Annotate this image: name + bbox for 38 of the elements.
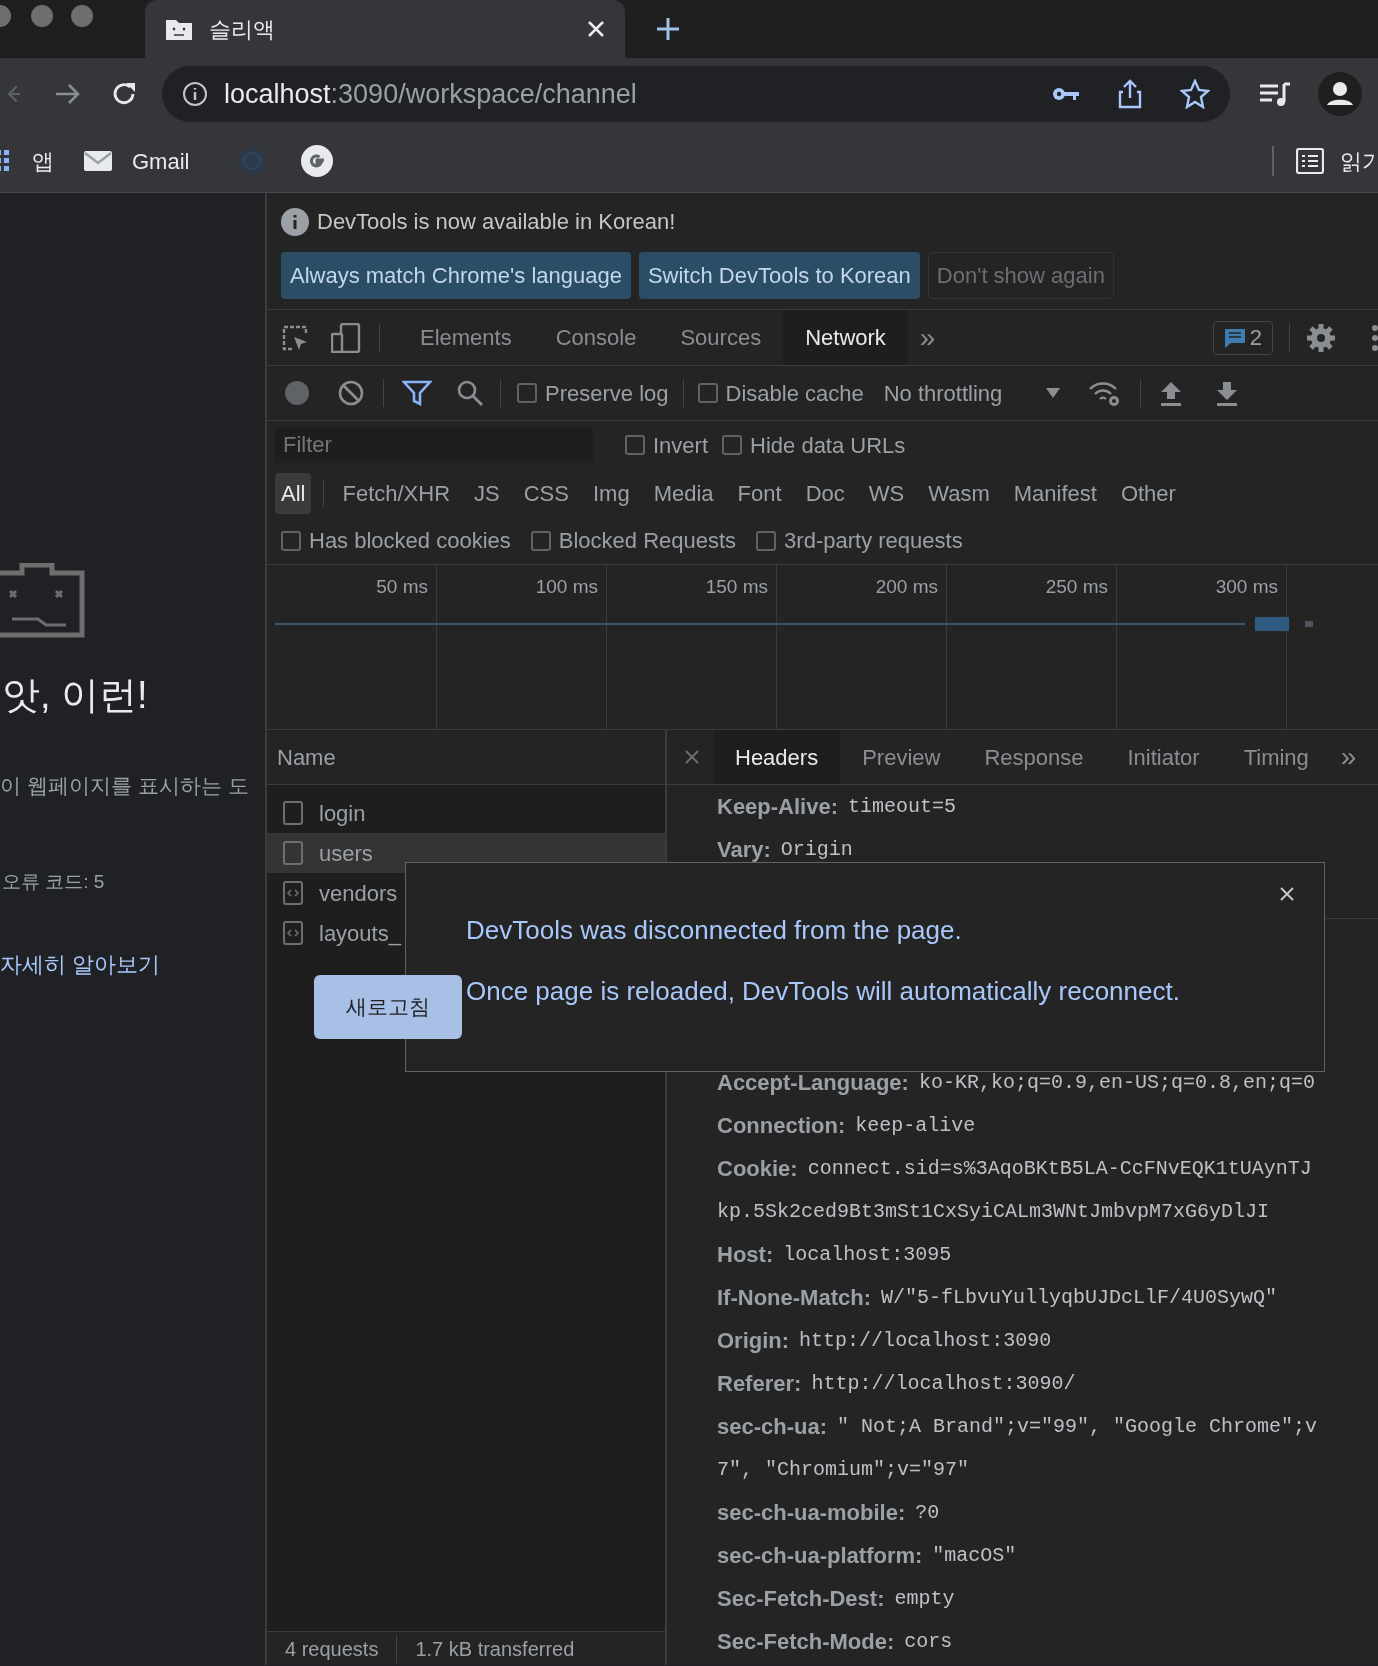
option-label: Disable cache xyxy=(725,379,864,408)
header-line: sec-ch-ua-platform: "macOS" xyxy=(716,1542,1018,1570)
header-line: Host: localhost:3095 xyxy=(716,1241,953,1269)
tick-label: 300 ms xyxy=(1215,576,1278,597)
option-label: Blocked Requests xyxy=(558,527,737,555)
header-line: Keep-Alive: timeout=5 xyxy=(716,793,958,821)
url-text: localhost:3090/workspace/channel xyxy=(224,77,638,111)
header-line: Sec-Fetch-Mode: cors xyxy=(716,1628,954,1656)
error-heading: 앗, 이런! xyxy=(2,673,149,718)
option-label: Preserve log xyxy=(545,379,669,408)
header-line: Connection: keep-alive xyxy=(716,1112,977,1140)
header-line: Referer: http://localhost:3090/ xyxy=(716,1370,1077,1398)
error-message: 이 웹페이지를 표시하는 도 xyxy=(0,773,250,799)
status-text: 1.7 kB transferred xyxy=(415,1636,575,1662)
header-line: sec-ch-ua: " Not;A Brand";v="99", "Google Chrome";v xyxy=(716,1413,1319,1441)
tick-label: 150 ms xyxy=(705,576,768,597)
tick-label: 100 ms xyxy=(535,576,598,597)
option-label: 3rd-party requests xyxy=(784,527,963,555)
header-line: Origin: http://localhost:3090 xyxy=(716,1327,1053,1355)
dialog-message: Once page is reloaded, DevTools will automatically reconnect. xyxy=(466,975,1181,1008)
option-label: Has blocked cookies xyxy=(309,527,511,555)
header-line: If-None-Match: W/"5-fLbvuYullyqbUJDcLlF/4U0SywQ" xyxy=(716,1284,1279,1312)
infobar-message: DevTools is now available in Korean! xyxy=(317,208,676,236)
header-line: Accept-Language: ko-KR,ko;q=0.9,en-US;q=0.8,en;q=0 xyxy=(716,1069,1316,1097)
option-label: Invert xyxy=(653,431,709,460)
tick-label: 200 ms xyxy=(875,576,938,597)
header-line: Vary: Origin xyxy=(716,836,854,864)
header-line: sec-ch-ua-mobile: ?0 xyxy=(716,1499,941,1527)
header-value: kp.5Sk2ced9Bt3mSt1CxSyiCALm3WNtJmbvpM7xG6yDlJI xyxy=(716,1198,1271,1225)
dialog-message: DevTools was disconnected from the page. xyxy=(466,914,963,947)
tick-label: 50 ms xyxy=(376,576,428,597)
option-label: Hide data URLs xyxy=(750,431,906,460)
header-value: 7", "Chromium";v="97" xyxy=(716,1456,971,1483)
error-code: 오류 코드: 5 xyxy=(2,869,106,894)
status-text: 4 requests xyxy=(285,1636,379,1662)
header-line: Cookie: connect.sid=s%3AqoBKtB5LA-CcFNvEQK1tUAynTJ xyxy=(716,1155,1313,1183)
tick-label: 250 ms xyxy=(1045,576,1108,597)
header-line: Sec-Fetch-Dest: empty xyxy=(716,1585,956,1613)
